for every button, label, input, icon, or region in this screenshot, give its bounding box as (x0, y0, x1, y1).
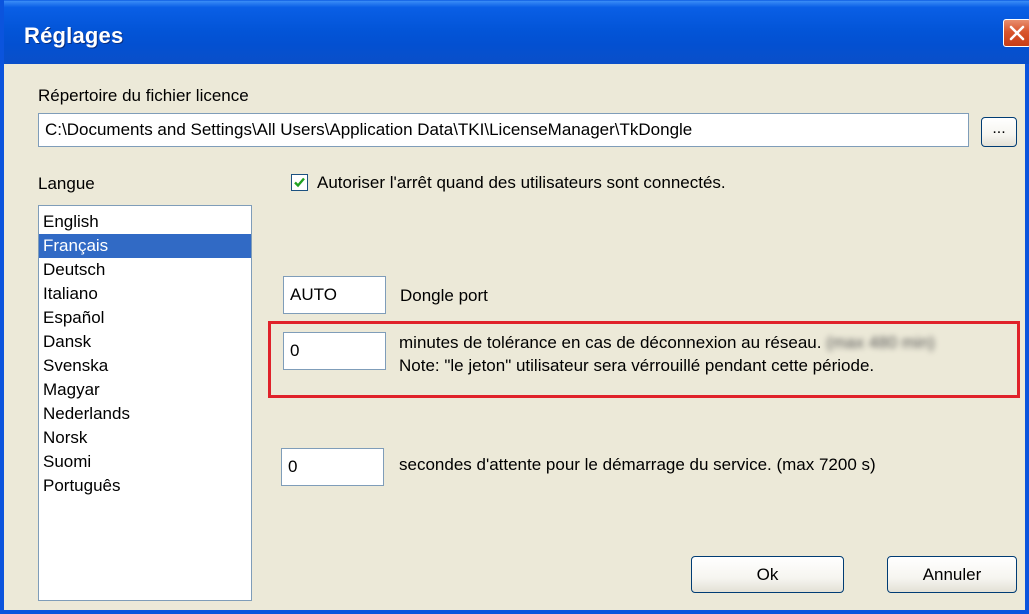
language-label: Langue (38, 174, 95, 193)
language-item[interactable]: Français (39, 234, 251, 258)
language-item[interactable]: Italiano (39, 282, 251, 306)
language-item[interactable]: Português (39, 474, 251, 498)
tolerance-label-text: minutes de tolérance en cas de déconnexi… (399, 333, 822, 352)
language-item[interactable]: Deutsch (39, 258, 251, 282)
dongle-port-field[interactable]: AUTO (283, 276, 386, 314)
allow-shutdown-label: Autoriser l'arrêt quand des utilisateurs… (317, 173, 726, 192)
language-item[interactable]: Svenska (39, 354, 251, 378)
close-button[interactable] (1003, 19, 1029, 47)
cancel-button[interactable]: Annuler (887, 556, 1017, 593)
language-item[interactable]: Dansk (39, 330, 251, 354)
language-item[interactable]: Español (39, 306, 251, 330)
language-item[interactable]: English (39, 210, 251, 234)
close-icon (1009, 25, 1025, 41)
settings-dialog: Réglages Répertoire du fichier licence C… (0, 0, 1029, 614)
language-item[interactable]: Nederlands (39, 402, 251, 426)
checkmark-icon (294, 177, 305, 188)
license-directory-label: Répertoire du fichier licence (38, 86, 249, 105)
tolerance-note: Note: "le jeton" utilisateur sera vérrou… (399, 356, 875, 375)
startup-wait-label: secondes d'attente pour le démarrage du … (399, 455, 876, 474)
tolerance-label-line1: minutes de tolérance en cas de déconnexi… (399, 333, 935, 353)
browse-button[interactable]: ... (981, 117, 1017, 147)
allow-shutdown-checkbox[interactable] (291, 174, 308, 191)
tolerance-minutes-field[interactable]: 0 (283, 332, 386, 370)
ok-button[interactable]: Ok (691, 556, 844, 593)
language-item[interactable]: Magyar (39, 378, 251, 402)
language-item[interactable]: Norsk (39, 426, 251, 450)
license-path-field[interactable]: C:\Documents and Settings\All Users\Appl… (38, 113, 969, 147)
blurred-max-text: (max 480 min) (826, 333, 935, 352)
dongle-port-label: Dongle port (400, 286, 488, 305)
title-bar[interactable]: Réglages (4, 0, 1029, 64)
language-listbox[interactable]: English Français Deutsch Italiano Español Dan… (38, 205, 252, 601)
window-title: Réglages (24, 23, 124, 48)
language-item[interactable]: Suomi (39, 450, 251, 474)
startup-wait-field[interactable]: 0 (281, 448, 384, 486)
